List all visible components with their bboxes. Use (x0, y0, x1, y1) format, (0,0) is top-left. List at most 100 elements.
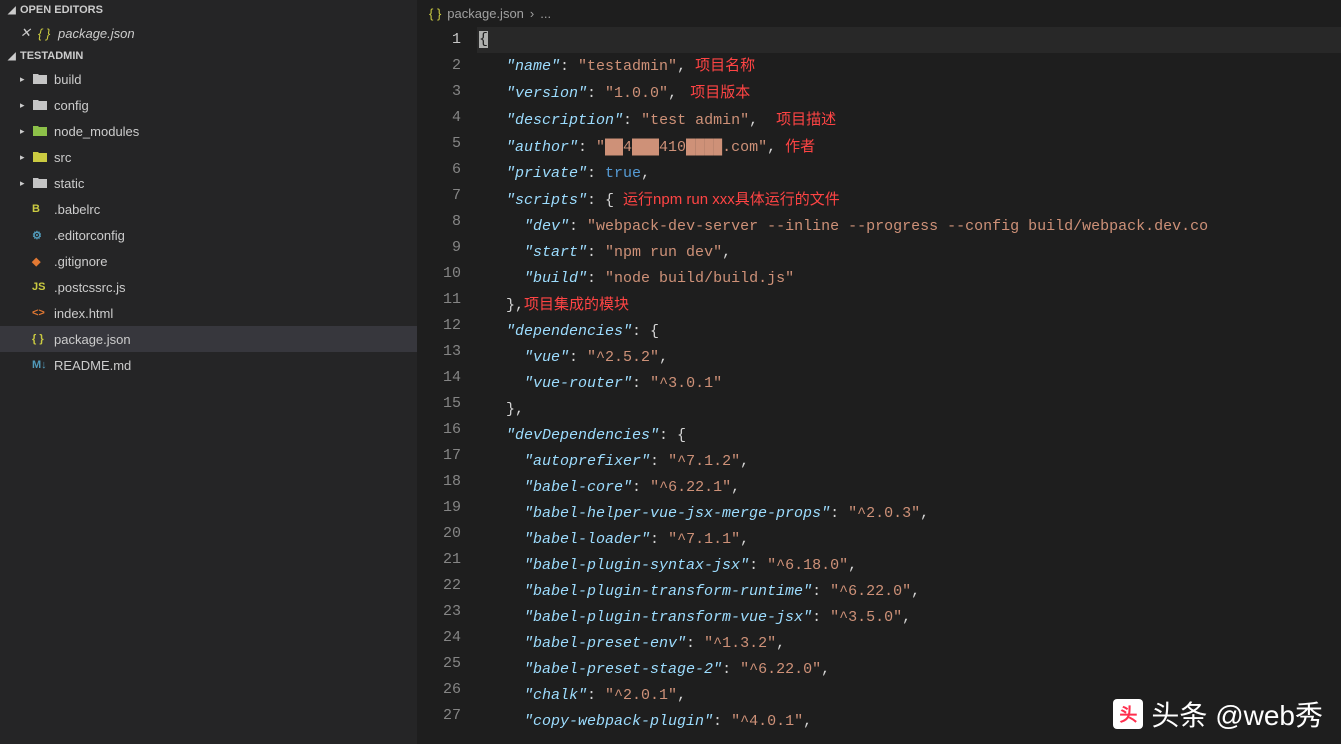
code-line[interactable]: "author": "██4███410████.com", 作者 (479, 134, 1341, 161)
editorconfig-icon: ⚙ (32, 229, 54, 242)
code-line[interactable]: "babel-core": "^6.22.1", (479, 475, 1341, 501)
code-line[interactable]: { (477, 27, 1341, 53)
line-number: 13 (417, 339, 461, 365)
line-number: 25 (417, 651, 461, 677)
folder-icon (32, 149, 54, 165)
project-header[interactable]: ◢ TESTADMIN (0, 46, 417, 66)
code-line[interactable]: "babel-preset-stage-2": "^6.22.0", (479, 657, 1341, 683)
tree-item-label: .editorconfig (54, 228, 125, 243)
breadcrumb-file: package.json (447, 6, 524, 21)
folder-item[interactable]: ▸src (0, 144, 417, 170)
line-number: 5 (417, 131, 461, 157)
code-line[interactable]: "private": true, (479, 161, 1341, 187)
tree-item-label: build (54, 72, 81, 87)
line-number: 23 (417, 599, 461, 625)
breadcrumb-sep: › (530, 6, 534, 21)
braces-icon: { } (32, 333, 54, 345)
code-content[interactable]: { "name": "testadmin", 项目名称 "version": "… (479, 27, 1341, 744)
file-item[interactable]: M↓README.md (0, 352, 417, 378)
json-icon: { } (38, 26, 58, 41)
code-line[interactable]: "babel-plugin-transform-runtime": "^6.22… (479, 579, 1341, 605)
file-item[interactable]: ⚙.editorconfig (0, 222, 417, 248)
line-number: 15 (417, 391, 461, 417)
chevron-right-icon: ▸ (20, 126, 32, 137)
chevron-right-icon: ▸ (20, 100, 32, 111)
tree-item-label: static (54, 176, 84, 191)
code-line[interactable]: "dev": "webpack-dev-server --inline --pr… (479, 214, 1341, 240)
chevron-right-icon: ▸ (20, 74, 32, 85)
code-line[interactable]: "autoprefixer": "^7.1.2", (479, 449, 1341, 475)
line-number: 24 (417, 625, 461, 651)
file-item[interactable]: JS.postcssrc.js (0, 274, 417, 300)
line-number: 21 (417, 547, 461, 573)
code-area[interactable]: 1234567891011121314151617181920212223242… (417, 27, 1341, 744)
js-icon: JS (32, 281, 54, 293)
watermark: 头 头条 @web秀 (1113, 694, 1323, 734)
line-number: 2 (417, 53, 461, 79)
line-number: 3 (417, 79, 461, 105)
breadcrumb[interactable]: { } package.json › ... (417, 0, 1341, 27)
code-line[interactable]: }, (479, 397, 1341, 423)
folder-item[interactable]: ▸ static (0, 170, 417, 196)
code-line[interactable]: "name": "testadmin", 项目名称 (479, 53, 1341, 80)
tree-item-label: .gitignore (54, 254, 107, 269)
code-line[interactable]: "babel-preset-env": "^1.3.2", (479, 631, 1341, 657)
open-editor-tab[interactable]: ✕ { } package.json (0, 20, 417, 46)
line-number: 6 (417, 157, 461, 183)
file-item[interactable]: B.babelrc (0, 196, 417, 222)
html-icon: <> (32, 307, 54, 319)
tree-item-label: package.json (54, 332, 131, 347)
watermark-logo: 头 (1113, 699, 1143, 729)
folder-item[interactable]: ▸node_modules (0, 118, 417, 144)
file-tree: ▸build▸config▸node_modules▸src▸staticB.b… (0, 66, 417, 378)
open-editors-label: OPEN EDITORS (20, 4, 103, 16)
line-number: 22 (417, 573, 461, 599)
file-item[interactable]: ◆.gitignore (0, 248, 417, 274)
code-line[interactable]: "vue": "^2.5.2", (479, 345, 1341, 371)
line-number: 26 (417, 677, 461, 703)
line-number: 18 (417, 469, 461, 495)
code-line[interactable]: "devDependencies": { (479, 423, 1341, 449)
code-line[interactable]: "babel-plugin-transform-vue-jsx": "^3.5.… (479, 605, 1341, 631)
chevron-right-icon: ▸ (20, 178, 32, 189)
code-line[interactable]: "scripts": { 运行npm run xxx具体运行的文件 (479, 187, 1341, 214)
code-line[interactable]: "build": "node build/build.js" (479, 266, 1341, 292)
folder-icon (32, 175, 54, 191)
folder-item[interactable]: ▸ config (0, 92, 417, 118)
code-line[interactable]: "babel-helper-vue-jsx-merge-props": "^2.… (479, 501, 1341, 527)
folder-icon (32, 97, 54, 113)
open-editors-header[interactable]: ◢ OPEN EDITORS (0, 0, 417, 20)
explorer-sidebar: ◢ OPEN EDITORS ✕ { } package.json ◢ TEST… (0, 0, 417, 744)
code-line[interactable]: "start": "npm run dev", (479, 240, 1341, 266)
chevron-down-icon: ◢ (8, 51, 20, 62)
line-number: 14 (417, 365, 461, 391)
tree-item-label: config (54, 98, 89, 113)
line-number: 19 (417, 495, 461, 521)
code-line[interactable]: "version": "1.0.0", 项目版本 (479, 80, 1341, 107)
json-icon: { } (429, 6, 441, 21)
file-item[interactable]: { }package.json (0, 326, 417, 352)
code-line[interactable]: "description": "test admin", 项目描述 (479, 107, 1341, 134)
line-number: 17 (417, 443, 461, 469)
project-label: TESTADMIN (20, 50, 83, 62)
chevron-right-icon: ▸ (20, 152, 32, 163)
babel-icon: B (32, 203, 54, 215)
watermark-text: 头条 @web秀 (1151, 694, 1323, 734)
line-number: 7 (417, 183, 461, 209)
code-line[interactable]: "babel-plugin-syntax-jsx": "^6.18.0", (479, 553, 1341, 579)
code-line[interactable]: "dependencies": { (479, 319, 1341, 345)
tree-item-label: README.md (54, 358, 131, 373)
git-icon: ◆ (32, 255, 54, 268)
file-item[interactable]: <>index.html (0, 300, 417, 326)
folder-item[interactable]: ▸ build (0, 66, 417, 92)
line-number: 4 (417, 105, 461, 131)
tree-item-label: .babelrc (54, 202, 100, 217)
code-line[interactable]: },项目集成的模块 (479, 292, 1341, 319)
line-number: 20 (417, 521, 461, 547)
code-line[interactable]: "babel-loader": "^7.1.1", (479, 527, 1341, 553)
line-number: 9 (417, 235, 461, 261)
code-line[interactable]: "vue-router": "^3.0.1" (479, 371, 1341, 397)
close-icon[interactable]: ✕ (20, 25, 38, 41)
line-number: 10 (417, 261, 461, 287)
line-number: 11 (417, 287, 461, 313)
